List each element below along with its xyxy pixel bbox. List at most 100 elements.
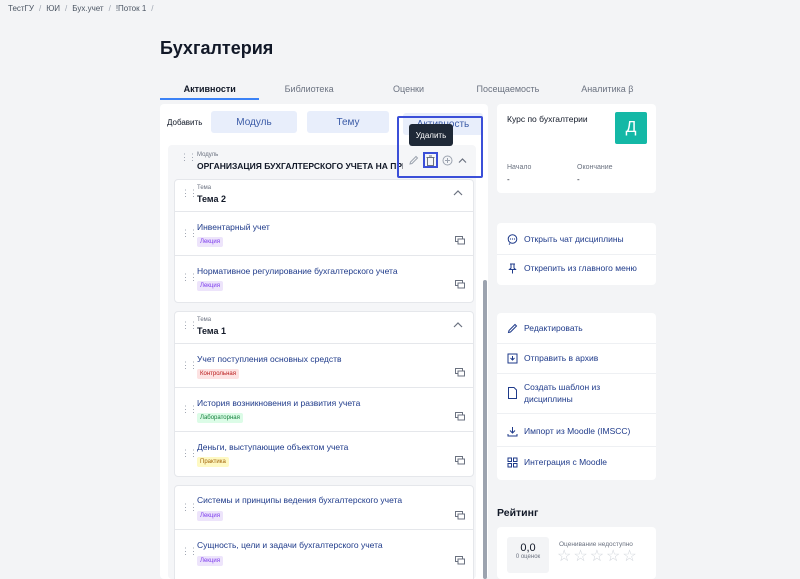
drag-handle-icon[interactable]: ⋮⋮ bbox=[181, 449, 198, 458]
drag-handle-icon[interactable]: ⋮⋮ bbox=[180, 153, 197, 162]
activity-type-badge: Лекция bbox=[197, 281, 223, 291]
list-item[interactable]: ⋮⋮ Учет поступления основных средств Кон… bbox=[175, 344, 473, 388]
add-bar: Добавить Модуль Тему bbox=[167, 111, 389, 133]
activity-title[interactable]: Инвентарный учет bbox=[197, 222, 270, 232]
activity-title[interactable]: Нормативное регулирование бухгалтерского… bbox=[197, 266, 398, 276]
breadcrumb-item[interactable]: ТестГУ bbox=[8, 4, 34, 13]
page-title: Бухгалтерия bbox=[160, 38, 274, 58]
drag-handle-icon[interactable]: ⋮⋮ bbox=[181, 229, 198, 238]
download-icon bbox=[507, 426, 518, 436]
rating-count: 0 оценок bbox=[515, 554, 541, 560]
moodle-integration-button[interactable]: Интеграция с Moodle bbox=[507, 455, 650, 469]
add-module-button[interactable]: Модуль bbox=[211, 111, 297, 133]
menu-label: Открепить из главного меню bbox=[524, 263, 637, 273]
archive-button[interactable]: Отправить в архив bbox=[507, 351, 650, 365]
breadcrumb-item[interactable]: ЮИ bbox=[46, 4, 60, 13]
drag-handle-icon[interactable]: ⋮⋮ bbox=[181, 189, 198, 198]
star-icon: ☆ bbox=[622, 548, 637, 565]
end-value: - bbox=[577, 175, 580, 184]
star-rating: ☆ ☆ ☆ ☆ ☆ bbox=[557, 549, 637, 565]
menu-label: Редактировать bbox=[524, 323, 583, 333]
tab-grades[interactable]: Оценки bbox=[359, 80, 458, 100]
list-item[interactable]: ⋮⋮ История возникновения и развития учет… bbox=[175, 388, 473, 432]
start-label: Начало bbox=[507, 164, 532, 171]
comment-icon[interactable] bbox=[455, 368, 465, 377]
star-icon: ☆ bbox=[589, 548, 605, 565]
list-item[interactable]: ⋮⋮ Деньги, выступающие объектом учета Пр… bbox=[175, 432, 473, 476]
activity-type-badge: Контрольная bbox=[197, 369, 239, 379]
topic-title[interactable]: Тема 1 bbox=[197, 326, 226, 336]
comment-icon[interactable] bbox=[455, 556, 465, 565]
course-title: Курс по бухгалтерии bbox=[507, 114, 588, 124]
topic-label: Тема bbox=[197, 185, 212, 191]
chevron-up-icon[interactable] bbox=[453, 188, 463, 198]
rating-title: Рейтинг bbox=[497, 507, 539, 519]
tab-analytics[interactable]: Аналитика β bbox=[558, 80, 657, 100]
drag-handle-icon[interactable]: ⋮⋮ bbox=[181, 321, 198, 330]
activity-title[interactable]: Учет поступления основных средств bbox=[197, 354, 342, 364]
topic-title[interactable]: Тема 2 bbox=[197, 194, 226, 204]
tab-activities[interactable]: Активности bbox=[160, 80, 260, 100]
comment-icon[interactable] bbox=[455, 456, 465, 465]
list-item[interactable]: ⋮⋮ Сущность, цели и задачи бухгалтерског… bbox=[175, 530, 473, 579]
breadcrumb-item[interactable]: Бух.учет bbox=[72, 4, 103, 13]
tooltip: Удалить bbox=[409, 124, 453, 146]
activity-title[interactable]: История возникновения и развития учета bbox=[197, 398, 360, 408]
rating-unavailable: Оценивание недоступно bbox=[559, 541, 633, 548]
drag-handle-icon[interactable]: ⋮⋮ bbox=[181, 273, 198, 282]
tab-attendance[interactable]: Посещаемость bbox=[458, 80, 557, 100]
add-topic-button[interactable]: Тему bbox=[307, 111, 389, 133]
activity-type-badge: Практика bbox=[197, 457, 229, 467]
comment-icon[interactable] bbox=[455, 280, 465, 289]
comment-icon[interactable] bbox=[455, 412, 465, 421]
end-label: Окончание bbox=[577, 164, 613, 171]
drag-handle-icon[interactable]: ⋮⋮ bbox=[181, 503, 198, 512]
quick-actions-card: Открыть чат дисциплины Открепить из глав… bbox=[497, 223, 656, 285]
rating-score: 0,0 bbox=[520, 542, 536, 554]
unpin-button[interactable]: Открепить из главного меню bbox=[507, 261, 650, 275]
activity-type-badge: Лабораторная bbox=[197, 413, 243, 423]
topic-card: ⋮⋮ Тема Тема 2 ⋮⋮ Инвентарный учет Лекци… bbox=[174, 179, 474, 303]
topic-label: Тема bbox=[197, 317, 212, 323]
activity-type-badge: Лекция bbox=[197, 237, 223, 247]
edit-button[interactable]: Редактировать bbox=[507, 321, 650, 335]
module-label: Модуль bbox=[197, 152, 219, 158]
list-item[interactable]: ⋮⋮ Системы и принципы ведения бухгалтерс… bbox=[175, 486, 473, 530]
comment-icon[interactable] bbox=[455, 511, 465, 520]
drag-handle-icon[interactable]: ⋮⋮ bbox=[181, 361, 198, 370]
open-chat-button[interactable]: Открыть чат дисциплины bbox=[507, 232, 650, 246]
import-moodle-button[interactable]: Импорт из Moodle (IMSCC) bbox=[507, 424, 650, 438]
scrollbar[interactable] bbox=[483, 280, 487, 579]
module-title[interactable]: ОРГАНИЗАЦИЯ БУХГАЛТЕРСКОГО УЧЕТА НА ПРЕ… bbox=[197, 161, 403, 171]
activity-title[interactable]: Деньги, выступающие объектом учета bbox=[197, 442, 348, 452]
activity-title[interactable]: Системы и принципы ведения бухгалтерског… bbox=[197, 495, 402, 505]
chevron-up-icon[interactable] bbox=[453, 320, 463, 330]
breadcrumb-item[interactable]: !Поток 1 bbox=[116, 4, 146, 13]
menu-label: Отправить в архив bbox=[524, 353, 599, 363]
create-template-button[interactable]: Создать шаблон из дисциплины bbox=[507, 381, 650, 407]
menu-label: Открыть чат дисциплины bbox=[524, 234, 624, 244]
tab-library[interactable]: Библиотека bbox=[259, 80, 358, 100]
drag-handle-icon[interactable]: ⋮⋮ bbox=[181, 405, 198, 414]
star-icon: ☆ bbox=[606, 548, 621, 565]
add-label: Добавить bbox=[167, 117, 203, 127]
tab-bar: Активности Библиотека Оценки Посещаемост… bbox=[160, 80, 657, 100]
star-icon: ☆ bbox=[573, 548, 588, 565]
star-icon: ☆ bbox=[557, 548, 572, 565]
avatar: Д bbox=[615, 112, 647, 144]
module-container: ⋮⋮ Модуль ОРГАНИЗАЦИЯ БУХГАЛТЕРСКОГО УЧЕ… bbox=[168, 145, 476, 579]
topic-card: ⋮⋮ Тема Тема 1 ⋮⋮ Учет поступления основ… bbox=[174, 311, 474, 477]
template-icon bbox=[508, 387, 517, 399]
menu-label: Интеграция с Moodle bbox=[524, 457, 607, 467]
drag-handle-icon[interactable]: ⋮⋮ bbox=[181, 547, 198, 556]
comment-icon[interactable] bbox=[455, 236, 465, 245]
activity-title[interactable]: Сущность, цели и задачи бухгалтерского у… bbox=[197, 540, 383, 550]
pencil-icon bbox=[507, 323, 518, 333]
menu-label: Импорт из Moodle (IMSCC) bbox=[524, 426, 631, 436]
list-item[interactable]: ⋮⋮ Нормативное регулирование бухгалтерск… bbox=[175, 256, 473, 302]
menu-label: Создать шаблон из дисциплины bbox=[524, 382, 601, 404]
topic-header: ⋮⋮ Тема Тема 2 bbox=[175, 180, 473, 212]
grid-icon bbox=[507, 457, 518, 467]
list-item[interactable]: ⋮⋮ Инвентарный учет Лекция bbox=[175, 212, 473, 256]
course-card: Курс по бухгалтерии Д Начало - Окончание… bbox=[497, 104, 656, 193]
